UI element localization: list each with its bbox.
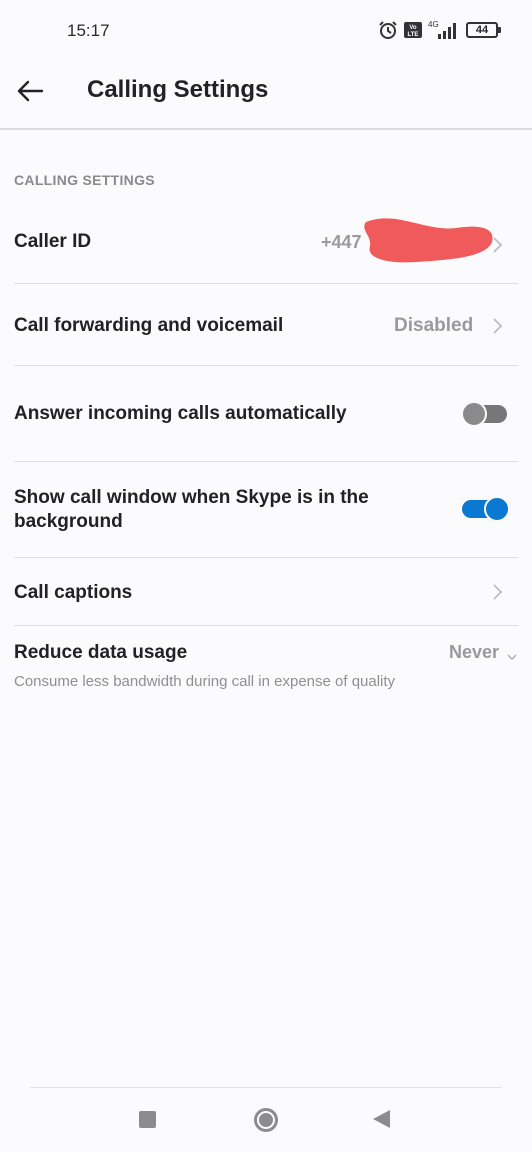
answer-automatically-label: Answer incoming calls automatically bbox=[14, 403, 347, 424]
reduce-data-description: Consume less bandwidth during call in ex… bbox=[14, 673, 396, 690]
reduce-data-value: Never bbox=[449, 642, 500, 662]
app-header: Calling Settings bbox=[0, 60, 532, 130]
recent-apps-icon[interactable] bbox=[139, 1111, 156, 1128]
home-icon[interactable] bbox=[254, 1108, 278, 1132]
toggle-knob bbox=[461, 401, 487, 427]
call-forwarding-label: Call forwarding and voicemail bbox=[14, 315, 284, 336]
chevron-down-icon bbox=[507, 648, 517, 666]
svg-text:Vo: Vo bbox=[409, 25, 417, 31]
redaction-mark bbox=[364, 218, 493, 263]
toggle-knob bbox=[484, 496, 510, 522]
section-title: CALLING SETTINGS bbox=[14, 172, 155, 188]
status-bar: 15:17 Vo LTE 4G 44 bbox=[0, 0, 532, 60]
page-title: Calling Settings bbox=[87, 76, 269, 103]
show-call-window-toggle[interactable] bbox=[462, 495, 510, 522]
call-forwarding-value: Disabled bbox=[394, 315, 474, 336]
alarm-icon bbox=[378, 20, 398, 40]
back-triangle-icon[interactable] bbox=[373, 1110, 390, 1128]
svg-text:LTE: LTE bbox=[408, 32, 419, 38]
status-time: 15:17 bbox=[67, 21, 110, 40]
chevron-right-icon bbox=[492, 583, 504, 601]
nav-divider bbox=[30, 1087, 502, 1088]
status-icons: Vo LTE 4G 44 bbox=[378, 20, 501, 40]
reduce-data-label: Reduce data usage bbox=[14, 642, 188, 663]
chevron-right-icon bbox=[492, 317, 504, 335]
answer-automatically-toggle[interactable] bbox=[461, 400, 509, 427]
answer-automatically-row: Answer incoming calls automatically bbox=[14, 366, 518, 462]
back-arrow-icon[interactable] bbox=[14, 75, 46, 107]
show-call-window-label: Show call window when Skype is in the ba… bbox=[14, 487, 369, 532]
call-captions-row[interactable]: Call captions bbox=[14, 558, 518, 626]
battery-icon: 44 bbox=[466, 22, 501, 38]
signal-icon: 4G bbox=[428, 20, 460, 40]
caller-id-label: Caller ID bbox=[14, 231, 92, 252]
show-call-window-row: Show call window when Skype is in the ba… bbox=[14, 462, 518, 558]
volte-icon: Vo LTE bbox=[404, 22, 422, 38]
call-captions-label: Call captions bbox=[14, 582, 133, 603]
network-type: 4G bbox=[428, 20, 439, 29]
call-forwarding-row[interactable]: Call forwarding and voicemail Disabled bbox=[14, 284, 518, 366]
reduce-data-row[interactable]: Reduce data usage Never bbox=[14, 626, 518, 706]
